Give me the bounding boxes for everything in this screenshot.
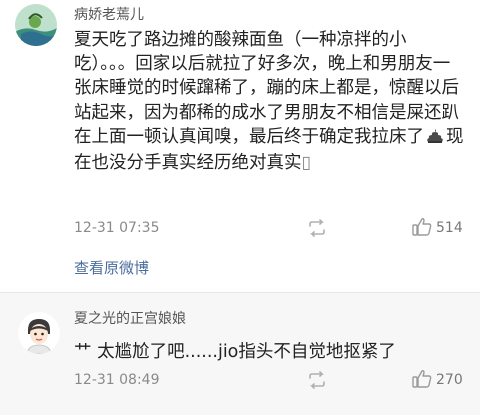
like-count: 514 xyxy=(436,220,463,236)
timestamp: 12-31 08:49 xyxy=(74,372,160,388)
view-original-weibo-link[interactable]: 查看原微博 xyxy=(74,257,149,278)
thumbs-up-icon xyxy=(412,369,432,392)
username[interactable]: 夏之光的正宫娘娘 xyxy=(74,308,186,328)
like-button[interactable]: 270 xyxy=(412,369,463,392)
thumbs-up-icon xyxy=(412,217,432,240)
comment-text: 夏天吃了路边摊的酸辣面鱼（一种凉拌的小吃）。。。回家以后就拉了好多次，晚上和男朋… xyxy=(74,28,464,175)
repost-icon[interactable] xyxy=(306,219,328,237)
repost-icon[interactable] xyxy=(306,371,328,389)
avatar[interactable] xyxy=(18,312,60,354)
comment-text: 艹 太尴尬了吧......jio指头不自觉地抠紧了 xyxy=(74,340,464,364)
poop-icon xyxy=(426,127,444,151)
comment-item: 病娇老蔫儿 夏天吃了路边摊的酸辣面鱼（一种凉拌的小吃）。。。回家以后就拉了好多次… xyxy=(0,0,480,292)
avatar[interactable] xyxy=(15,4,57,46)
like-button[interactable]: 514 xyxy=(412,217,463,240)
comment-text-part: 夏天吃了路边摊的酸辣面鱼（一种凉拌的小吃）。。。回家以后就拉了好多次，晚上和男朋… xyxy=(74,30,459,147)
username[interactable]: 病娇老蔫儿 xyxy=(74,4,144,24)
missing-glyph: ▯ xyxy=(301,153,312,174)
like-count: 270 xyxy=(436,372,463,388)
timestamp: 12-31 07:35 xyxy=(74,220,160,236)
comment-item: 夏之光的正宫娘娘 艹 太尴尬了吧......jio指头不自觉地抠紧了 12-31… xyxy=(0,293,480,415)
emoticon: 艹 xyxy=(74,342,92,362)
comment-text-part: 太尴尬了吧......jio指头不自觉地抠紧了 xyxy=(97,342,396,362)
